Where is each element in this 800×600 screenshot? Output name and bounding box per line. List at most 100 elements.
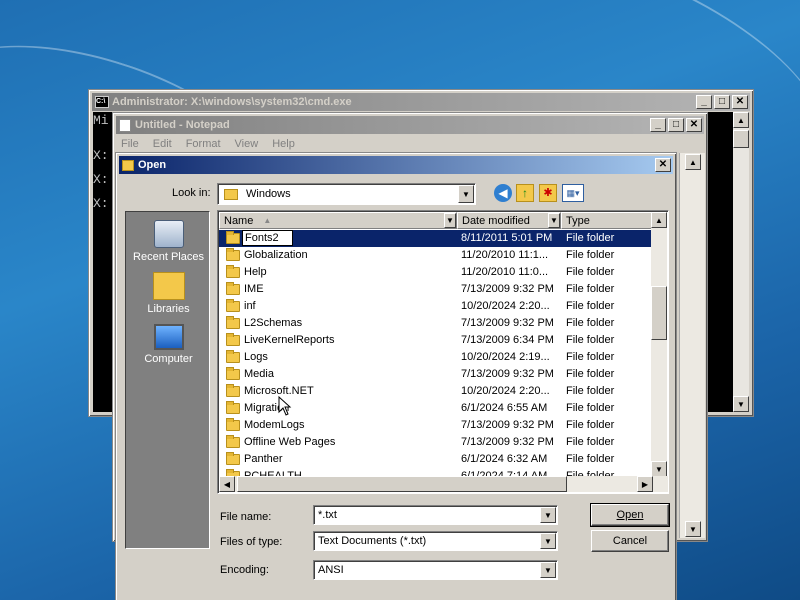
file-name-cell: Help — [244, 266, 267, 278]
file-row[interactable]: IME 7/13/2009 9:32 PM File folder — [219, 281, 653, 298]
file-row[interactable]: Globalization 11/20/2010 11:1... File fold… — [219, 247, 653, 264]
scroll-up-button[interactable]: ▲ — [651, 212, 667, 228]
cancel-button[interactable]: Cancel — [591, 530, 669, 552]
close-button[interactable]: ✕ — [732, 95, 748, 109]
look-in-label: Look in: — [172, 187, 211, 199]
file-row[interactable]: LiveKernelReports 7/13/2009 6:34 PM File f… — [219, 332, 653, 349]
close-button[interactable]: ✕ — [655, 158, 671, 172]
scroll-down-button[interactable]: ▼ — [733, 396, 749, 412]
maximize-button[interactable]: □ — [714, 95, 730, 109]
new-folder-icon[interactable]: ✱ — [539, 184, 557, 202]
up-folder-icon[interactable]: ↑ — [516, 184, 534, 202]
look-in-dropdown[interactable]: Windows ▼ — [217, 183, 476, 205]
chevron-down-icon[interactable]: ▼ — [540, 562, 556, 578]
menu-edit[interactable]: Edit — [153, 138, 172, 150]
cmd-titlebar[interactable]: C:\ Administrator: X:\windows\system32\c… — [92, 93, 750, 111]
encoding-dropdown[interactable]: ANSI ▼ — [313, 560, 558, 580]
notepad-scrollbar[interactable]: ▲ ▼ — [679, 153, 705, 538]
file-row[interactable]: Logs 10/20/2024 2:19... File folder — [219, 349, 653, 366]
date-modified-cell: 11/20/2010 11:1... — [461, 249, 549, 261]
file-row[interactable]: inf 10/20/2024 2:20... File folder — [219, 298, 653, 315]
date-modified-cell: 10/20/2024 2:19... — [461, 351, 550, 363]
date-modified-cell: 7/13/2009 9:32 PM — [461, 419, 554, 431]
minimize-button[interactable]: _ — [696, 95, 712, 109]
chevron-down-icon[interactable]: ▼ — [540, 533, 556, 549]
scroll-down-button[interactable]: ▼ — [651, 461, 667, 477]
file-name-input[interactable]: *.txt ▼ — [313, 505, 558, 525]
notepad-title: Untitled - Notepad — [135, 119, 230, 131]
libraries-icon — [152, 272, 185, 300]
chevron-down-icon[interactable]: ▼ — [444, 213, 456, 228]
menu-format[interactable]: Format — [186, 138, 221, 150]
scroll-up-button[interactable]: ▲ — [733, 112, 749, 128]
date-modified-cell: 7/13/2009 9:32 PM — [461, 283, 554, 295]
type-cell: File folder — [566, 453, 615, 465]
chevron-down-icon[interactable]: ▼ — [458, 185, 474, 203]
console-line: X: — [93, 172, 109, 187]
column-type-label: Type — [566, 214, 590, 227]
look-in-value: Windows — [246, 188, 291, 200]
file-name-cell: L2Schemas — [244, 317, 303, 329]
file-name-cell: inf — [244, 300, 256, 312]
file-row[interactable]: Fonts2 8/11/2011 5:01 PM File folder — [219, 230, 653, 247]
scroll-thumb[interactable] — [651, 286, 667, 340]
chevron-down-icon[interactable]: ▼ — [548, 213, 560, 228]
dialog-titlebar[interactable]: Open ✕ — [119, 156, 673, 174]
type-cell: File folder — [566, 351, 615, 363]
file-row[interactable]: ModemLogs 7/13/2009 9:32 PM File folder — [219, 417, 653, 434]
file-name-label: File name: — [220, 511, 272, 523]
encoding-value: ANSI — [318, 564, 344, 576]
scroll-thumb[interactable] — [237, 476, 567, 492]
chevron-down-icon[interactable]: ▼ — [540, 507, 556, 523]
date-modified-cell: 7/13/2009 9:32 PM — [461, 436, 554, 448]
file-row[interactable]: Offline Web Pages 7/13/2009 9:32 PM File f… — [219, 434, 653, 451]
scroll-up-button[interactable]: ▲ — [685, 154, 701, 170]
menu-help[interactable]: Help — [272, 138, 295, 150]
scroll-right-button[interactable]: ▶ — [637, 476, 653, 492]
folder-icon — [226, 333, 240, 346]
cancel-button-label: Cancel — [612, 535, 648, 547]
place-computer[interactable]: Computer — [126, 324, 211, 365]
column-name-label: Name — [224, 214, 254, 227]
place-libraries[interactable]: Libraries — [126, 272, 211, 315]
cmd-scrollbar[interactable]: ▲ ▼ — [733, 112, 749, 412]
view-menu-icon[interactable]: ▦▾ — [562, 184, 584, 202]
column-header-date[interactable]: Date modified ▼ — [457, 212, 561, 229]
rename-input[interactable]: Fonts2 — [242, 230, 293, 246]
folder-icon — [226, 401, 240, 414]
folder-icon — [226, 384, 240, 397]
place-recent[interactable]: Recent Places — [126, 220, 211, 263]
file-list-vscroll[interactable]: ▲ ▼ — [651, 212, 667, 477]
scroll-thumb[interactable] — [733, 130, 749, 148]
date-modified-cell: 10/20/2024 2:20... — [461, 300, 550, 312]
file-name-cell: Microsoft.NET — [244, 385, 314, 397]
back-icon[interactable]: ◀ — [494, 184, 512, 202]
column-header-type[interactable]: Type — [561, 212, 654, 229]
file-row[interactable]: L2Schemas 7/13/2009 9:32 PM File folder — [219, 315, 653, 332]
file-row[interactable]: Help 11/20/2010 11:0... File folder — [219, 264, 653, 281]
dialog-title: Open — [138, 159, 167, 171]
console-line: Mi — [93, 113, 109, 128]
menu-file[interactable]: File — [121, 138, 139, 150]
file-row[interactable]: Media 7/13/2009 9:32 PM File folder — [219, 366, 653, 383]
open-dialog[interactable]: Open ✕ Look in: Windows ▼ ◀ ↑ ✱ ▦▾ Recen… — [115, 152, 677, 600]
notepad-app-icon — [119, 118, 131, 132]
folder-icon — [226, 367, 240, 380]
file-row[interactable]: Panther 6/1/2024 6:32 AM File folder — [219, 451, 653, 468]
file-name-cell: Logs — [244, 351, 268, 363]
file-type-dropdown[interactable]: Text Documents (*.txt) ▼ — [313, 531, 558, 551]
close-button[interactable]: ✕ — [686, 118, 702, 132]
mouse-cursor-icon — [278, 396, 292, 416]
scroll-down-button[interactable]: ▼ — [685, 521, 701, 537]
minimize-button[interactable]: _ — [650, 118, 666, 132]
menu-view[interactable]: View — [235, 138, 259, 150]
folder-icon — [226, 350, 240, 363]
column-header-name[interactable]: Name ▲ ▼ — [219, 212, 457, 229]
computer-icon — [153, 324, 184, 350]
file-list-hscroll[interactable]: ◀ ▶ — [219, 476, 668, 492]
open-button[interactable]: Open — [590, 503, 670, 527]
maximize-button[interactable]: □ — [668, 118, 684, 132]
scroll-left-button[interactable]: ◀ — [219, 476, 235, 492]
file-list[interactable]: Name ▲ ▼ Date modified ▼ Type Fonts2 8/11… — [217, 210, 669, 494]
notepad-titlebar[interactable]: Untitled - Notepad _ □ ✕ — [116, 116, 704, 134]
